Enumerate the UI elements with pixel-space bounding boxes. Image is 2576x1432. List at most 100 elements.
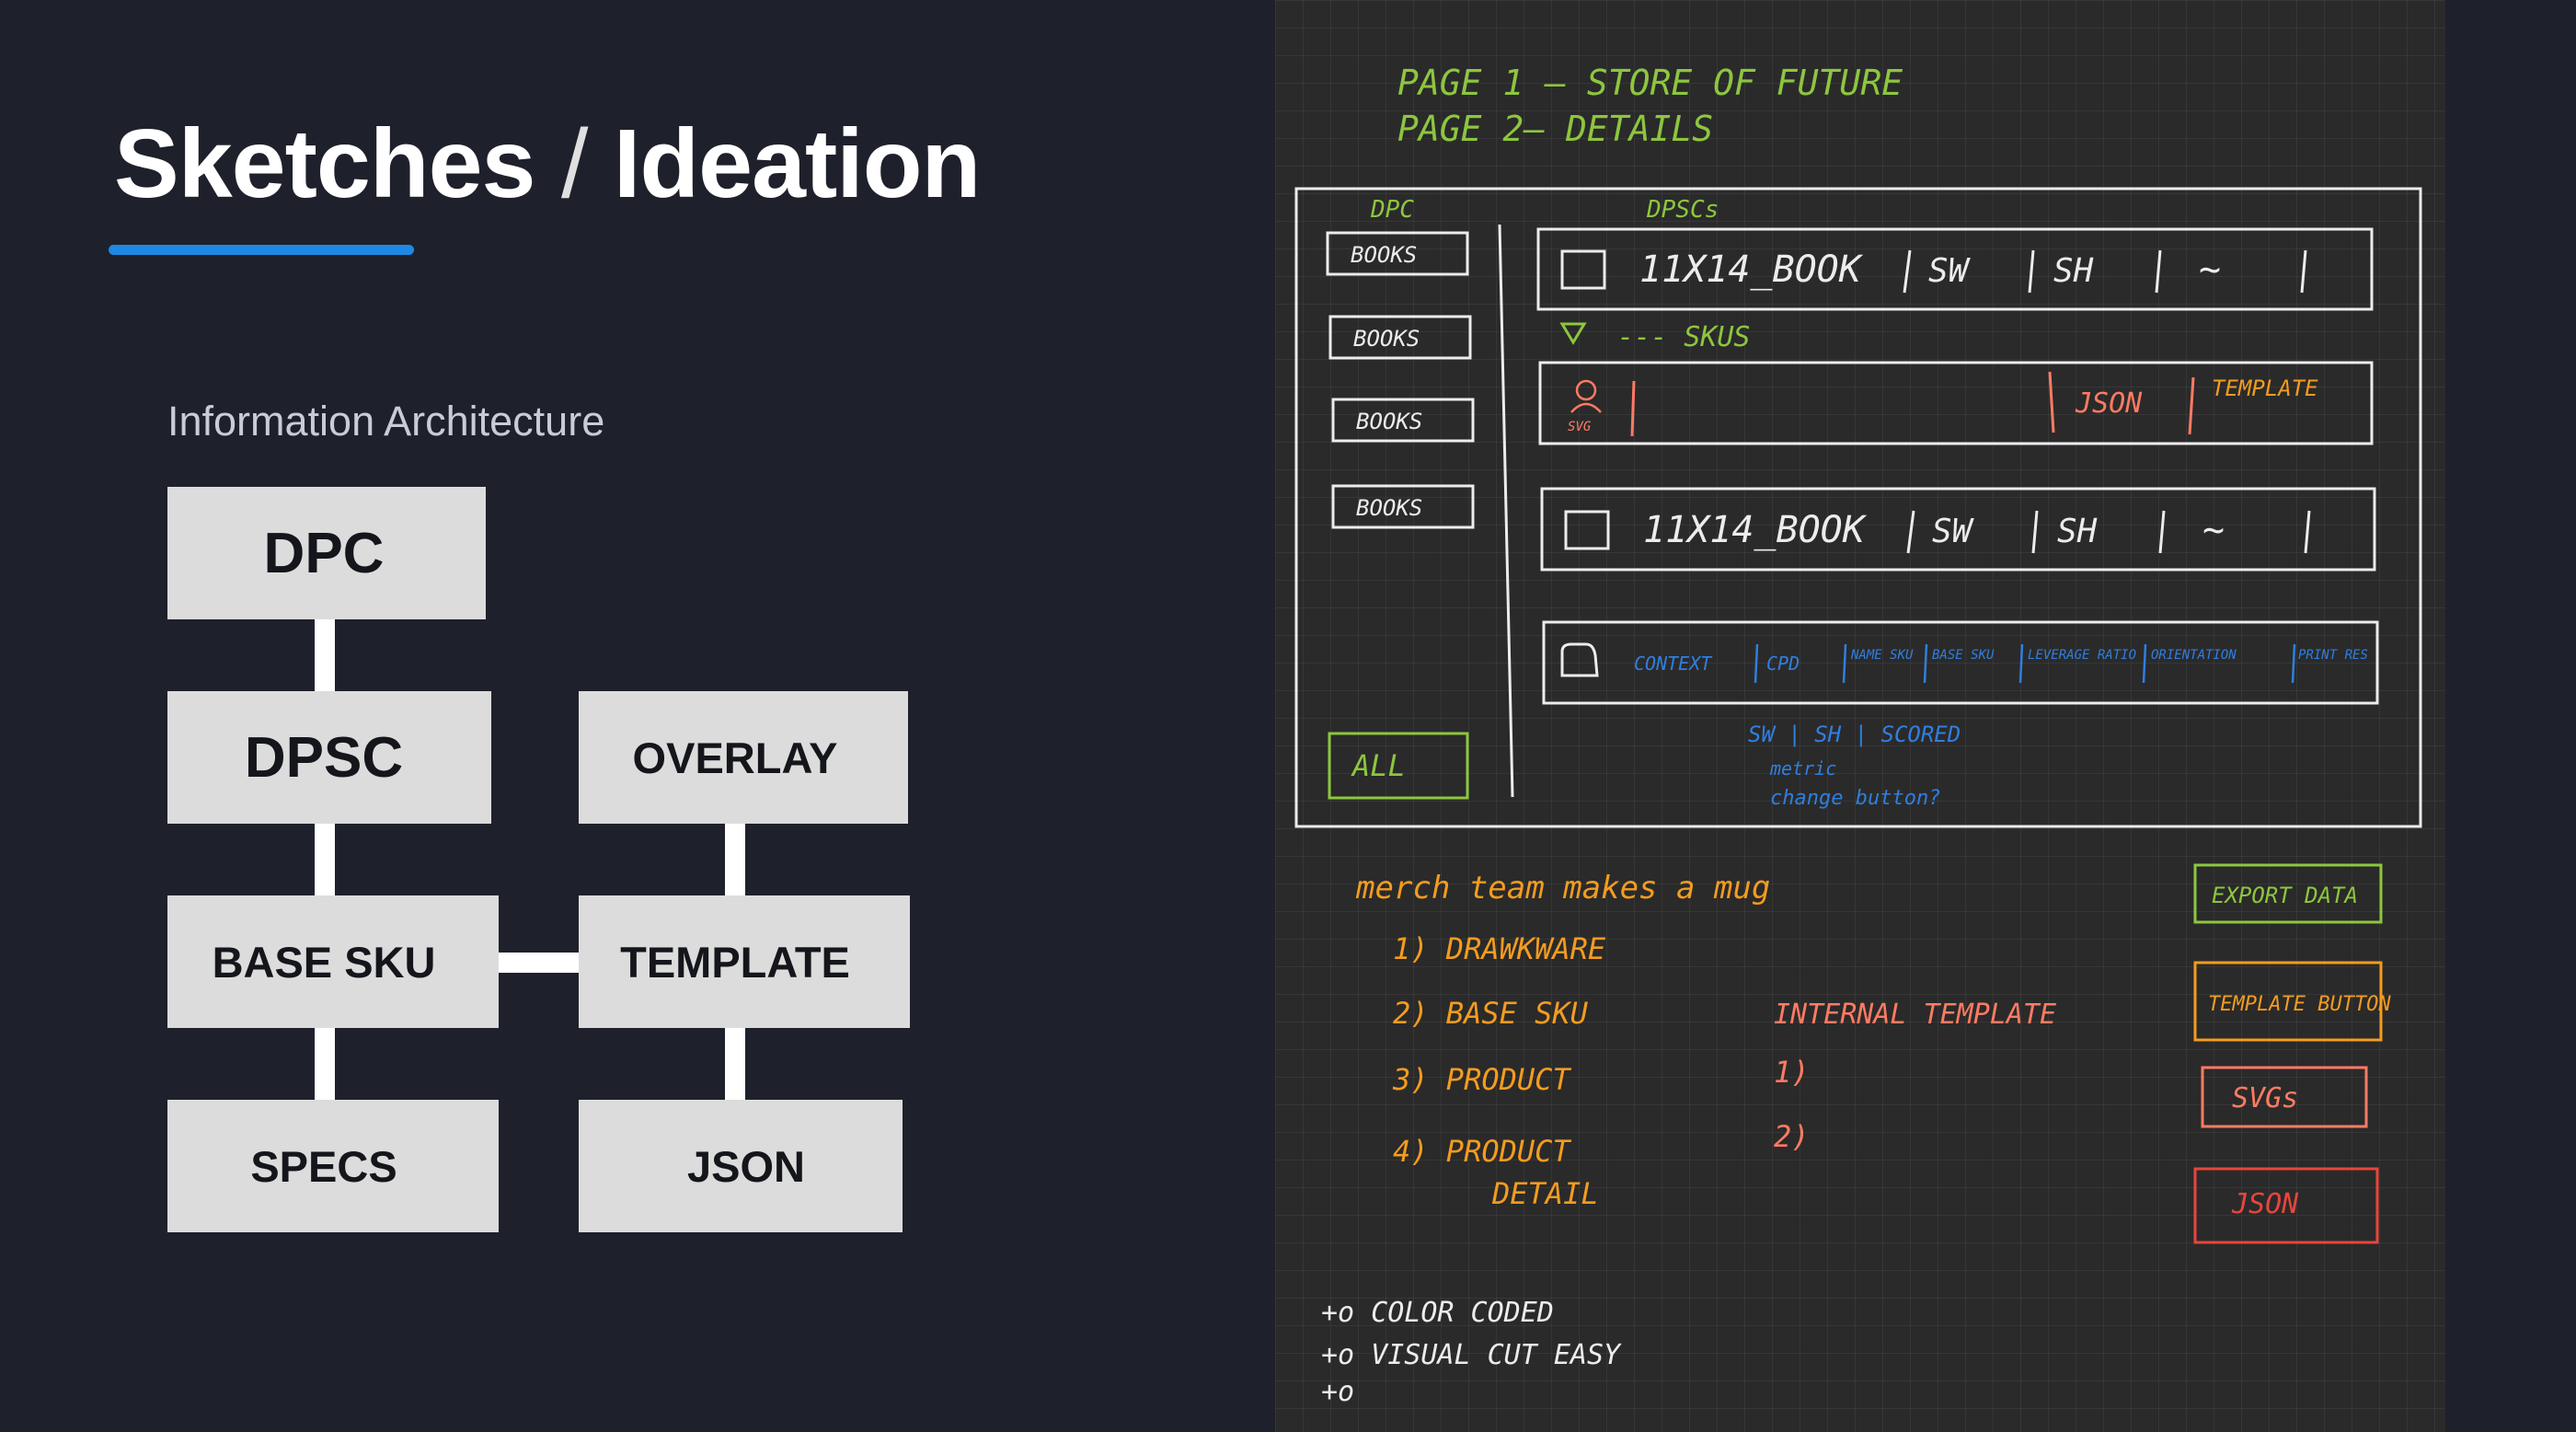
merch-step: 4) PRODUCT: [1393, 1134, 1571, 1169]
wf-row-sep: [1903, 249, 1912, 294]
merch-heading: merch team makes a mug: [1355, 870, 1770, 907]
wf-row-sep: [2300, 249, 2307, 294]
header-line-1: PAGE 1 — STORE OF FUTURE: [1397, 63, 1903, 103]
sketch-json-label: JSON: [2231, 1188, 2299, 1220]
wf-row-name: 11X14_BOOK: [1639, 248, 1864, 291]
internal-item: 1): [1774, 1055, 1810, 1090]
wf-detail-col: PRINT RES: [2298, 648, 2368, 663]
merch-step-cont: DETAIL: [1491, 1176, 1599, 1211]
ia-node-base-sku: BASE SKU: [167, 895, 499, 1028]
wf-detail-col: LEVERAGE RATIO: [2028, 648, 2136, 663]
wf-template-col: TEMPLATE: [2212, 375, 2318, 401]
wf-detail-thumb: [1560, 642, 1599, 677]
wf-row-c3: ~: [2199, 248, 2221, 291]
wf-row-c1: SW: [1928, 252, 1972, 290]
wf-sidebar-item-label: BOOKS: [1351, 242, 1417, 268]
wf-sidebar-item-label: BOOKS: [1356, 495, 1422, 521]
ia-node-dpsc: DPSC: [167, 691, 491, 824]
internal-item: 2): [1774, 1119, 1810, 1154]
header-line-2: PAGE 2— DETAILS: [1397, 109, 1713, 149]
wf-row-sep: [2031, 510, 2039, 554]
sketch-svgs-label: SVGs: [2232, 1082, 2298, 1114]
svg-person-icon: [1575, 379, 1597, 401]
wf-note-line-2: metric: [1769, 757, 1836, 780]
wf-sidebar: BOOKS BOOKS BOOKS BOOKS: [1326, 231, 1475, 529]
internal-template-notes: INTERNAL TEMPLATE 1) 2): [1774, 999, 2056, 1154]
todo-item: +o VISUAL CUT EASY: [1321, 1339, 1622, 1371]
wf-detail-sep: [2018, 643, 2024, 684]
todo-notes: +o COLOR CODED +o VISUAL CUT EASY +o: [1321, 1297, 1622, 1408]
wf-row-thumb: [1560, 249, 1606, 290]
wf-row-c1: SW: [1932, 513, 1975, 550]
wf-row-name: 11X14_BOOK: [1643, 509, 1868, 551]
wf-dpc-label: DPC: [1370, 196, 1414, 224]
right-margin: [2445, 0, 2576, 1432]
wf-sidebar-item-label: BOOKS: [1353, 326, 1420, 352]
wf-detail-sep: [1842, 643, 1847, 684]
wf-row: 11X14_BOOK SW SH ~: [1536, 227, 2374, 311]
wf-detail-col: NAME SKU: [1850, 648, 1914, 663]
wf-detail-sep: [2142, 643, 2147, 684]
ia-node-dpc: DPC: [167, 487, 486, 619]
wf-sku-sep: [1630, 380, 1636, 437]
wf-row-thumb: [1564, 510, 1610, 550]
wf-row-sep: [2158, 510, 2166, 554]
internal-heading: INTERNAL TEMPLATE: [1774, 999, 2056, 1031]
wf-row-c2: SH: [2053, 252, 2094, 290]
connector-overlay-template: [725, 823, 745, 896]
title-separator: /: [560, 110, 588, 218]
wf-all-label: ALL: [1351, 748, 1406, 783]
wf-detail-col: CONTEXT: [1634, 652, 1713, 675]
connector-dpsc-basesku: [315, 823, 335, 896]
connector-dpc-dpsc: [315, 618, 335, 692]
merch-notes: merch team makes a mug 1) DRAWKWARE 2) B…: [1355, 870, 1770, 1211]
title-underline: [109, 245, 414, 255]
wf-row: 11X14_BOOK SW SH ~: [1540, 487, 2376, 572]
wf-row-c3: ~: [2202, 509, 2225, 551]
connector-template-json: [725, 1027, 745, 1101]
wf-dpscs-label: DPSCs: [1646, 196, 1719, 224]
ia-node-json: JSON: [579, 1100, 903, 1232]
wf-row-c2: SH: [2057, 513, 2098, 550]
todo-item: +o COLOR CODED: [1321, 1297, 1554, 1329]
wf-skus-label: --- SKUS: [1617, 321, 1751, 353]
wf-sidebar-item-label: BOOKS: [1356, 409, 1422, 434]
ia-subtitle: Information Architecture: [167, 398, 605, 445]
wf-sku-sep: [2048, 371, 2055, 433]
merch-step: 1) DRAWKWARE: [1393, 931, 1606, 966]
wireframe-divider: [1498, 224, 1514, 798]
wf-sku-sep: [2188, 376, 2195, 435]
wf-row-sep: [2304, 510, 2311, 554]
wf-detail-col: CPD: [1766, 652, 1800, 675]
title-main: Sketches: [114, 110, 536, 218]
title-sub: Ideation: [613, 110, 981, 218]
wf-detail-col: ORIENTATION: [2151, 648, 2237, 663]
wf-detail-col: BASE SKU: [1932, 648, 1995, 663]
sketch-header: PAGE 1 — STORE OF FUTURE PAGE 2— DETAILS: [1397, 63, 1903, 149]
wf-detail-sep: [1923, 643, 1928, 684]
connector-basesku-specs: [315, 1027, 335, 1101]
wf-note-line-3: change button?: [1770, 787, 1940, 810]
sketch-canvas: PAGE 1 — STORE OF FUTURE PAGE 2— DETAILS…: [1294, 63, 2422, 1408]
sketch-export-label: EXPORT DATA: [2212, 883, 2358, 908]
wf-detail-sep: [1754, 643, 1759, 684]
svg-person-icon-body: [1570, 402, 1602, 413]
wf-row-sep: [2028, 249, 2035, 294]
ia-node-template: TEMPLATE: [579, 895, 910, 1028]
ia-node-specs: SPECS: [167, 1100, 499, 1232]
wf-json-col: JSON: [2075, 387, 2143, 420]
sketch-template-label: TEMPLATE BUTTON: [2208, 993, 2391, 1016]
slide-title: Sketches / Ideation: [114, 109, 981, 220]
merch-step: 2) BASE SKU: [1393, 996, 1589, 1031]
wf-row-sep: [1906, 510, 1915, 554]
todo-item: +o: [1321, 1376, 1354, 1408]
skus-triangle-icon: [1559, 322, 1587, 345]
merch-step: 3) PRODUCT: [1392, 1062, 1571, 1097]
wf-note-line-1: SW | SH | SCORED: [1748, 722, 1961, 747]
ia-node-overlay: OVERLAY: [579, 691, 908, 824]
wf-svg-label: SVG: [1568, 420, 1592, 434]
wf-row-sep: [2155, 249, 2162, 294]
wf-detail-sep: [2291, 643, 2296, 684]
sketch-board: PAGE 1 — STORE OF FUTURE PAGE 2— DETAILS…: [1275, 0, 2445, 1432]
wf-detail-row: CONTEXT CPD NAME SKU BASE SKU LEVERAGE R…: [1542, 620, 2379, 705]
